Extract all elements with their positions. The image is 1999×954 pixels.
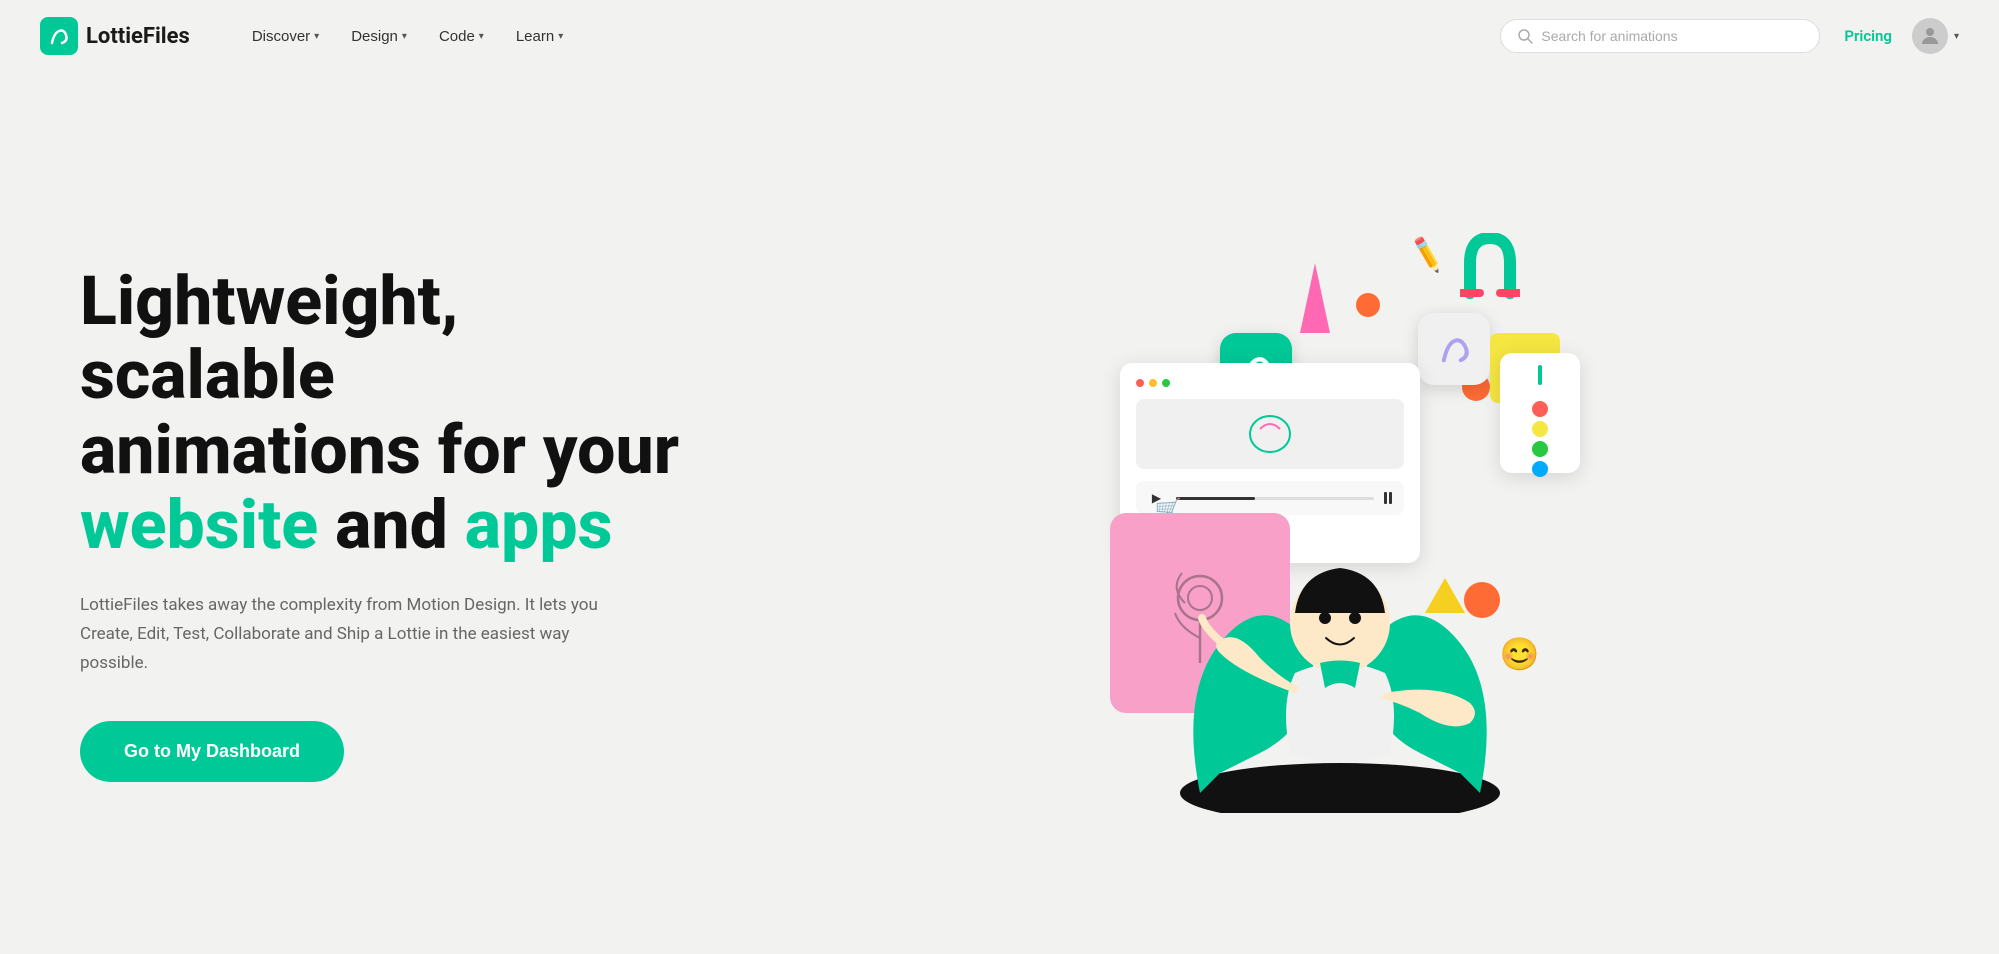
window-dots [1136, 379, 1404, 387]
hero-section: Lightweight, scalable animations for you… [0, 72, 1999, 954]
hero-left: Lightweight, scalable animations for you… [80, 264, 720, 783]
magnet-icon [1460, 233, 1520, 318]
code-chevron-icon: ▾ [479, 31, 484, 42]
smiley-sticker: 😊 [1500, 635, 1540, 673]
hero-right: ✏️ [720, 223, 1959, 823]
logo[interactable]: LottieFiles [40, 17, 190, 55]
learn-chevron-icon: ▾ [558, 31, 563, 42]
settings-card [1500, 353, 1580, 473]
dot-yellow [1149, 379, 1157, 387]
avatar [1912, 18, 1948, 54]
logo-text: LottieFiles [86, 24, 190, 49]
avatar-chevron-icon: ▾ [1954, 31, 1959, 42]
dot-green [1162, 379, 1170, 387]
orange-ball-3 [1356, 293, 1380, 317]
cta-dashboard-button[interactable]: Go to My Dashboard [80, 721, 344, 782]
nav-design[interactable]: Design ▾ [337, 20, 421, 53]
search-wrap [1500, 19, 1820, 53]
pricing-link[interactable]: Pricing [1844, 27, 1892, 45]
orange-circle-right [1464, 582, 1500, 618]
discover-chevron-icon: ▾ [314, 31, 319, 42]
app-icon-lottie-white [1418, 313, 1490, 385]
search-input[interactable] [1541, 28, 1803, 44]
animation-preview [1230, 409, 1310, 459]
nav-code[interactable]: Code ▾ [425, 20, 498, 53]
nav-learn[interactable]: Learn ▾ [502, 20, 577, 53]
nav-discover[interactable]: Discover ▾ [238, 20, 333, 53]
avatar-icon [1918, 24, 1942, 48]
logo-svg [48, 25, 70, 47]
user-avatar-wrap[interactable]: ▾ [1912, 18, 1959, 54]
arrow-up-shape [1300, 263, 1330, 333]
hero-illustration: ✏️ [1060, 233, 1620, 813]
nav-links: Discover ▾ Design ▾ Code ▾ Learn ▾ [238, 20, 1501, 53]
logo-icon [40, 17, 78, 55]
hero-description: LottieFiles takes away the complexity fr… [80, 591, 600, 678]
triangle-shape [1425, 578, 1465, 613]
dot-red [1136, 379, 1144, 387]
character-illustration [1140, 493, 1540, 813]
search-icon [1517, 28, 1533, 44]
hero-heading: Lightweight, scalable animations for you… [80, 264, 720, 563]
pencil-icon: ✏️ [1406, 234, 1448, 275]
design-chevron-icon: ▾ [402, 31, 407, 42]
navbar: LottieFiles Discover ▾ Design ▾ Code ▾ L… [0, 0, 1999, 72]
